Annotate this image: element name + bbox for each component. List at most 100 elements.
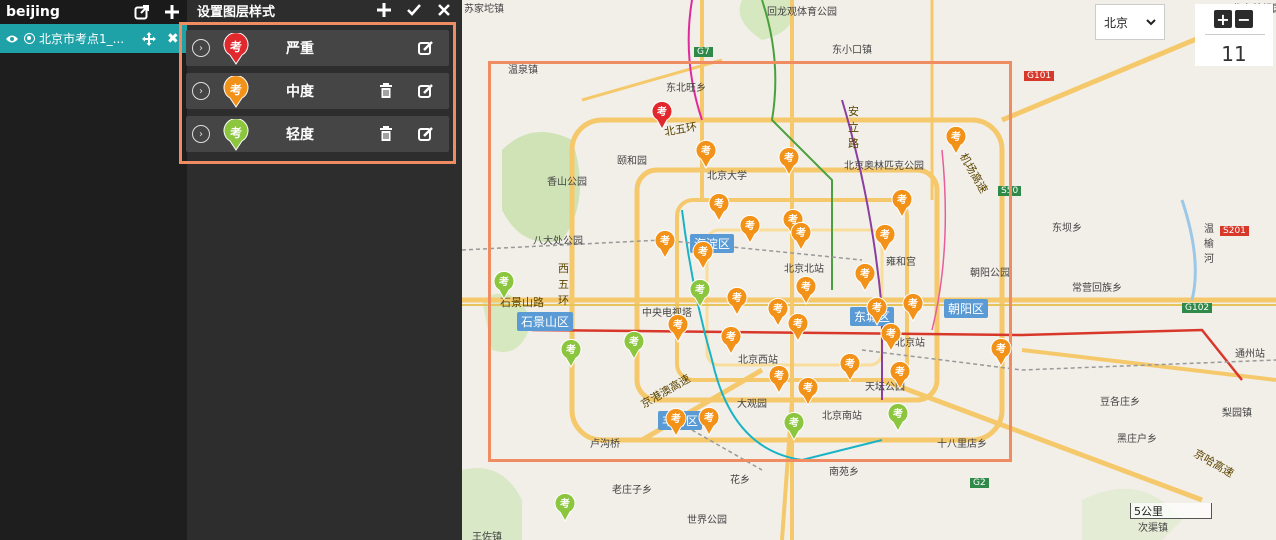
svg-text:考: 考 <box>230 125 242 140</box>
map-place-label: 温榆河 <box>1204 224 1214 265</box>
map-place-label: 东小口镇 <box>832 45 872 56</box>
marker-icon: 考 <box>223 76 249 108</box>
layer-radio[interactable] <box>24 33 35 44</box>
svg-text:考: 考 <box>908 297 918 310</box>
marker-moderate[interactable]: 考 <box>794 275 818 305</box>
marker-mild[interactable]: 考 <box>782 411 806 441</box>
zoom-in-button[interactable]: + <box>1214 10 1232 29</box>
trash-icon[interactable] <box>379 83 393 99</box>
move-icon[interactable] <box>141 31 157 47</box>
close-icon[interactable] <box>436 2 452 18</box>
svg-text:考: 考 <box>704 411 714 424</box>
marker-mild[interactable]: 考 <box>688 278 712 308</box>
marker-moderate[interactable]: 考 <box>989 337 1013 367</box>
marker-moderate[interactable]: 考 <box>767 364 791 394</box>
marker-moderate[interactable]: 考 <box>691 240 715 270</box>
svg-text:考: 考 <box>895 365 905 378</box>
style-row-moderate[interactable]: › 考 中度 <box>186 73 449 109</box>
map-canvas[interactable]: 苏家坨镇 回龙观体育公园 东小口镇 温泉镇 东北旺乡 颐和园 北京大学 北京奥林… <box>462 0 1276 540</box>
svg-text:考: 考 <box>803 381 813 394</box>
highway-shield: G2 <box>970 478 989 488</box>
trash-icon[interactable] <box>379 126 393 142</box>
marker-moderate[interactable]: 考 <box>838 352 862 382</box>
marker-icon: 考 <box>223 33 249 65</box>
svg-text:考: 考 <box>660 234 670 247</box>
svg-text:考: 考 <box>793 317 803 330</box>
marker-mild[interactable]: 考 <box>553 492 577 522</box>
project-title: beijing <box>6 4 60 20</box>
expand-icon[interactable]: › <box>192 82 210 100</box>
map-place-label: 黑庄户乡 <box>1117 434 1157 445</box>
map-place-label: 通州站 <box>1235 349 1265 360</box>
marker-moderate[interactable]: 考 <box>719 325 743 355</box>
edit-icon[interactable] <box>418 126 434 142</box>
marker-moderate[interactable]: 考 <box>697 406 721 436</box>
close-icon[interactable]: ✖ <box>167 31 179 47</box>
scale-bar: 5公里 <box>1130 503 1212 519</box>
svg-text:考: 考 <box>845 357 855 370</box>
style-row-severe[interactable]: › 考 严重 <box>186 30 449 66</box>
marker-moderate[interactable]: 考 <box>879 322 903 352</box>
map-place-label: 南苑乡 <box>829 467 859 478</box>
plus-icon[interactable] <box>163 3 181 21</box>
marker-moderate[interactable]: 考 <box>694 139 718 169</box>
style-row-label: 严重 <box>286 41 314 57</box>
svg-text:考: 考 <box>951 130 961 143</box>
marker-moderate[interactable]: 考 <box>738 214 762 244</box>
export-icon[interactable] <box>133 3 151 21</box>
zoom-divider <box>1205 34 1265 35</box>
style-row-mild[interactable]: › 考 轻度 <box>186 116 449 152</box>
marker-moderate[interactable]: 考 <box>853 262 877 292</box>
marker-moderate[interactable]: 考 <box>725 286 749 316</box>
style-panel-title: 设置图层样式 <box>197 4 276 20</box>
marker-mild[interactable]: 考 <box>559 338 583 368</box>
map-place-label: 花乡 <box>730 475 750 486</box>
layer-list-panel: beijing 北京市考点1_... ✖ <box>0 0 187 540</box>
svg-text:考: 考 <box>695 283 705 296</box>
marker-moderate[interactable]: 考 <box>789 221 813 251</box>
marker-moderate[interactable]: 考 <box>786 312 810 342</box>
expand-icon[interactable]: › <box>192 125 210 143</box>
marker-moderate[interactable]: 考 <box>707 192 731 222</box>
map-place-label: 苏家坨镇 <box>464 4 504 15</box>
style-panel: 设置图层样式 › 考 严重 › 考 中度 › 考 轻度 <box>179 0 462 540</box>
eye-icon[interactable] <box>4 32 20 46</box>
map-place-label: 常营回族乡 <box>1072 283 1122 294</box>
marker-moderate[interactable]: 考 <box>901 292 925 322</box>
edit-icon[interactable] <box>418 40 434 56</box>
marker-mild[interactable]: 考 <box>622 330 646 360</box>
marker-moderate[interactable]: 考 <box>888 360 912 390</box>
highway-shield: G101 <box>1024 71 1055 81</box>
marker-moderate[interactable]: 考 <box>873 223 897 253</box>
marker-moderate[interactable]: 考 <box>653 229 677 259</box>
marker-mild[interactable]: 考 <box>886 402 910 432</box>
marker-moderate[interactable]: 考 <box>777 146 801 176</box>
marker-moderate[interactable]: 考 <box>666 313 690 343</box>
marker-moderate[interactable]: 考 <box>890 188 914 218</box>
selection-rectangle[interactable] <box>488 61 1012 462</box>
layer-item[interactable]: 北京市考点1_... ✖ <box>0 24 187 53</box>
zoom-out-button[interactable]: − <box>1235 10 1253 29</box>
svg-text:考: 考 <box>745 219 755 232</box>
city-select[interactable]: 北京 <box>1095 4 1165 40</box>
marker-moderate[interactable]: 考 <box>796 376 820 406</box>
marker-mild[interactable]: 考 <box>492 270 516 300</box>
plus-icon[interactable] <box>376 2 392 18</box>
svg-text:考: 考 <box>880 228 890 241</box>
marker-moderate[interactable]: 考 <box>944 125 968 155</box>
marker-severe[interactable]: 考 <box>650 100 674 130</box>
map-place-label: 东坝乡 <box>1052 223 1082 234</box>
svg-text:考: 考 <box>714 197 724 210</box>
highway-shield: G102 <box>1182 303 1213 313</box>
marker-moderate[interactable]: 考 <box>664 407 688 437</box>
check-icon[interactable] <box>406 2 422 18</box>
edit-icon[interactable] <box>418 83 434 99</box>
highway-shield: S201 <box>1220 226 1249 236</box>
svg-text:考: 考 <box>673 318 683 331</box>
marker-icon: 考 <box>223 119 249 151</box>
svg-text:考: 考 <box>789 416 799 429</box>
expand-icon[interactable]: › <box>192 39 210 57</box>
svg-text:考: 考 <box>872 301 882 314</box>
svg-text:考: 考 <box>701 144 711 157</box>
style-panel-header: 设置图层样式 <box>187 0 462 20</box>
